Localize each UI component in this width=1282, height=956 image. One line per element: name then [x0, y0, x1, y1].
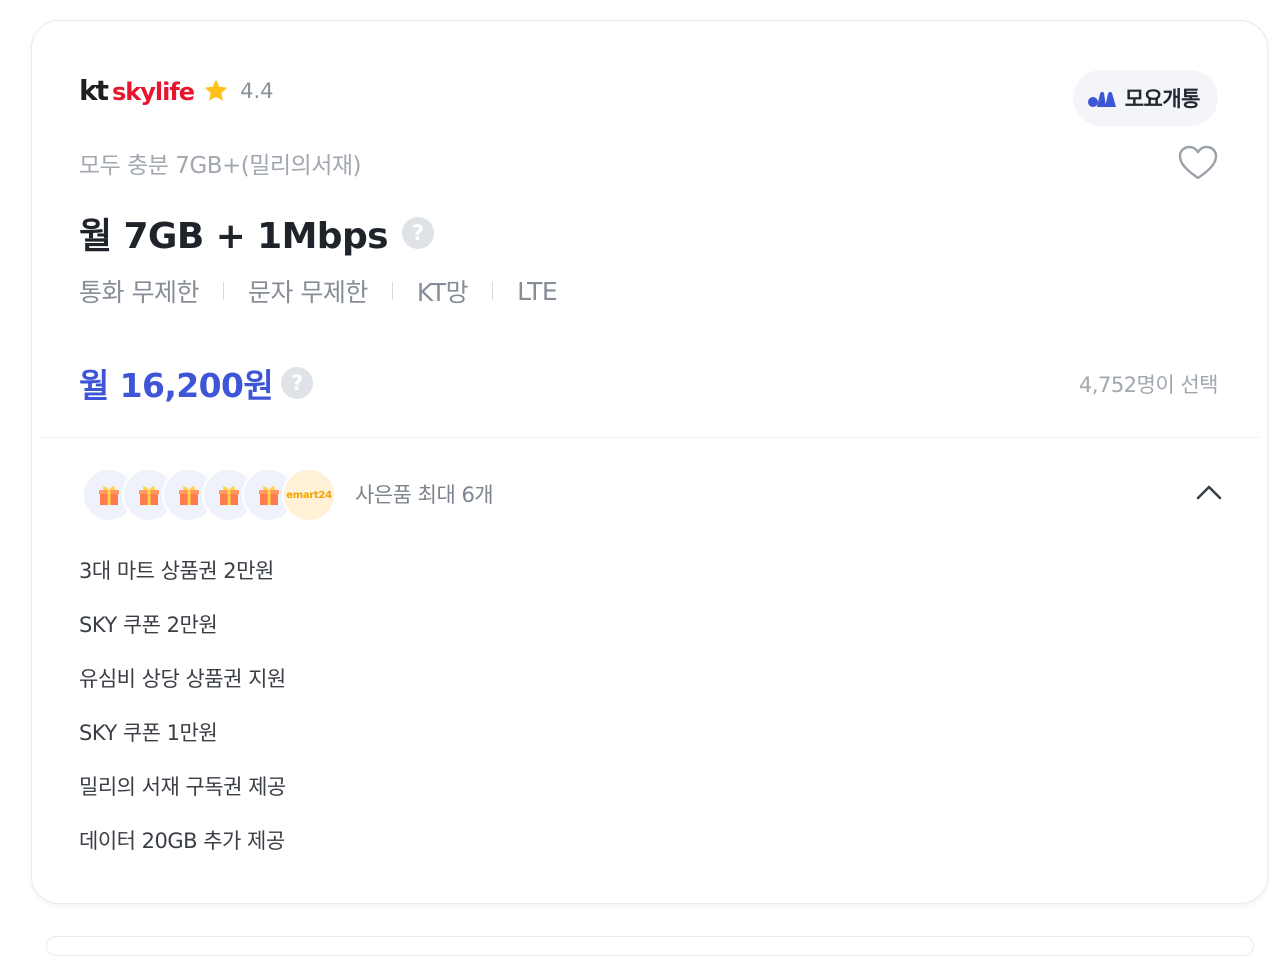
star-icon [204, 79, 228, 101]
list-item: 유심비 상당 상품권 지원 [79, 667, 286, 691]
list-item: SKY 쿠폰 2만원 [79, 613, 218, 637]
emart24-logo-icon: emart24 [282, 468, 336, 522]
price-text: 월 16,200원 [79, 366, 274, 405]
data-allowance-text: 월 7GB + 1Mbps [79, 216, 389, 257]
section-divider [40, 437, 1259, 438]
chevron-up-icon[interactable] [1196, 482, 1222, 504]
spec-sms: 문자 무제한 [247, 278, 368, 307]
help-icon[interactable]: ? [401, 217, 434, 249]
spec-divider [222, 282, 224, 300]
gift-icons-stack: emart24 [82, 466, 337, 522]
spec-call: 통화 무제한 [79, 278, 199, 307]
list-item: SKY 쿠폰 1만원 [79, 721, 218, 745]
plan-specs: 통화 무제한 문자 무제한 KT망 LTE [79, 273, 558, 309]
plan-name: 모두 충분 7GB+(밀리의서재) [79, 153, 362, 179]
moyo-open-badge[interactable]: 모요개통 [1072, 70, 1218, 126]
moyo-logo-icon [1087, 91, 1116, 107]
logo-kt-text: kt [79, 74, 109, 107]
selected-count: 4,752명이 선택 [1078, 373, 1219, 397]
heart-icon[interactable] [1177, 143, 1219, 183]
next-plan-card-edge [46, 936, 1254, 956]
spec-divider [492, 282, 494, 300]
spec-divider [391, 282, 393, 300]
plan-card[interactable]: kt skylife 4.4 모요개통 모두 충분 7GB+(밀리의서재) 월 … [31, 20, 1268, 904]
monthly-price: 월 16,200원 ? [79, 357, 314, 409]
gifts-toggle[interactable]: emart24 사은품 최대 6개 [82, 466, 1222, 522]
list-item: 3대 마트 상품권 2만원 [79, 559, 274, 583]
gift-benefit-list: 3대 마트 상품권 2만원 SKY 쿠폰 2만원 유심비 상당 상품권 지원 S… [79, 551, 286, 875]
rating-value: 4.4 [240, 79, 274, 103]
brand-area: kt skylife 4.4 [79, 75, 273, 107]
data-allowance-title: 월 7GB + 1Mbps ? [79, 207, 434, 259]
gifts-summary: 사은품 최대 6개 [355, 483, 494, 507]
logo-skylife-text: skylife [112, 78, 195, 106]
spec-lte: LTE [517, 276, 558, 306]
list-item: 밀리의 서재 구독권 제공 [79, 775, 286, 799]
moyo-open-label: 모요개통 [1124, 87, 1201, 111]
list-item: 데이터 20GB 추가 제공 [79, 829, 285, 853]
kt-skylife-logo: kt skylife [79, 74, 195, 107]
spec-network: KT망 [416, 278, 469, 307]
help-icon[interactable]: ? [281, 367, 314, 399]
